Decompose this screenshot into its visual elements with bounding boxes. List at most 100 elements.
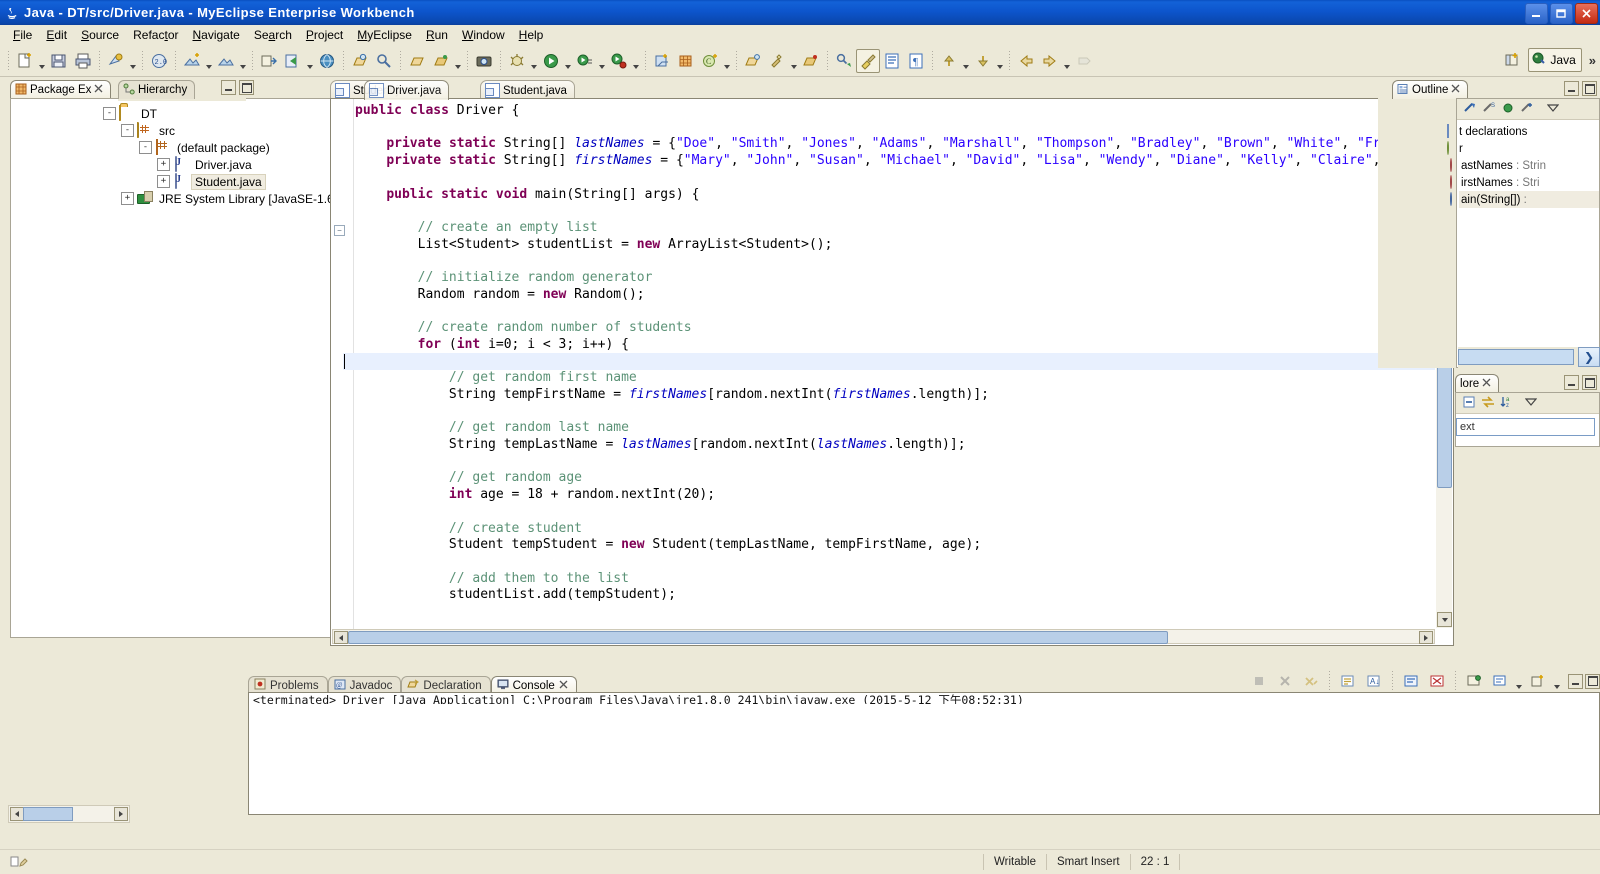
open-type-icon[interactable] (348, 49, 372, 73)
tab-package-explorer[interactable]: Package Ex (10, 80, 111, 99)
quick-fix-dropdown[interactable] (789, 47, 799, 75)
close-icon[interactable] (559, 680, 568, 692)
debug-dropdown[interactable] (529, 47, 539, 75)
toggle-mark-occurrences-icon[interactable] (856, 49, 880, 73)
clear-console-icon[interactable] (1336, 669, 1360, 693)
sort-icon[interactable] (1463, 101, 1477, 118)
display-selected-console-icon[interactable] (1462, 669, 1486, 693)
outline-item-main-string[interactable]: ain(String[]) : (1459, 191, 1599, 208)
tab-outline[interactable]: Outline (1392, 80, 1468, 99)
explore-search-input[interactable]: ext (1456, 418, 1595, 436)
database-explorer-dropdown[interactable] (238, 47, 248, 75)
minimize-icon[interactable] (221, 80, 236, 95)
toolbar-overflow-chevron[interactable]: » (1585, 53, 1600, 68)
profile-icon[interactable] (607, 49, 631, 73)
tree-item-default-package[interactable]: -(default package) (15, 139, 339, 156)
editor-tab-2-student-java[interactable]: Student.java (480, 80, 575, 100)
snapshot-camera-icon[interactable] (472, 49, 496, 73)
next-annotation-dropdown[interactable] (961, 47, 971, 75)
editor-body[interactable]: − public class Driver { private static S… (330, 98, 1454, 646)
perspective-java-button[interactable]: Java (1528, 48, 1581, 72)
console-maximize-icon[interactable] (1585, 674, 1600, 689)
outline-item-lastnames[interactable]: astNames : Strin (1459, 157, 1599, 174)
forward-navigation-dropdown[interactable] (1062, 47, 1072, 75)
print-icon[interactable] (71, 49, 95, 73)
show-pilcrow-icon[interactable]: ¶ (904, 49, 928, 73)
open-task-icon[interactable] (799, 49, 823, 73)
myeclipse-web-deploy-icon[interactable] (104, 49, 128, 73)
new-java-project-icon[interactable] (650, 49, 674, 73)
new-wizard-dropdown[interactable] (37, 47, 47, 75)
hide-fields-icon[interactable] (1501, 101, 1515, 118)
scroll-left-button[interactable] (334, 631, 348, 644)
editor-folding-ruler[interactable] (331, 99, 343, 629)
tree-item-driver-java[interactable]: +Driver.java (15, 156, 339, 173)
terminate-icon[interactable] (1247, 669, 1271, 693)
export-icon[interactable] (257, 49, 281, 73)
run-dropdown[interactable] (563, 47, 573, 75)
database-explorer-icon[interactable] (214, 49, 238, 73)
package-explorer-horizontal-scrollbar[interactable] (8, 805, 130, 823)
editor-tab-1-driver-java[interactable]: Driver.java (364, 80, 449, 100)
run-external-tools-dropdown[interactable] (597, 47, 607, 75)
report-preview-dropdown[interactable] (453, 47, 463, 75)
view-menu-icon[interactable] (1525, 396, 1537, 411)
view-menu-icon[interactable] (1547, 102, 1559, 117)
new-console-dropdown[interactable] (1552, 667, 1562, 695)
search-references-icon[interactable] (832, 49, 856, 73)
back-navigation-icon[interactable] (1014, 49, 1038, 73)
right-strip-go-button[interactable]: ❯ (1578, 347, 1600, 367)
collapse-icon[interactable]: - (121, 124, 134, 137)
minimize-icon[interactable] (1564, 375, 1579, 390)
menu-myeclipse[interactable]: MyEclipse (350, 26, 419, 44)
menu-source[interactable]: Source (74, 26, 126, 44)
right-strip-field[interactable] (1458, 349, 1574, 365)
tree-item-dt[interactable]: -DT (15, 105, 339, 122)
menu-run[interactable]: Run (419, 26, 455, 44)
scroll-right-button[interactable] (114, 807, 128, 821)
previous-annotation-icon[interactable] (971, 49, 995, 73)
maximize-icon[interactable] (239, 80, 254, 95)
report-design-icon[interactable] (405, 49, 429, 73)
minimize-icon[interactable] (1564, 81, 1579, 96)
maximize-icon[interactable] (1582, 375, 1597, 390)
scroll-down-button[interactable] (1437, 612, 1452, 627)
open-resource-icon[interactable] (741, 49, 765, 73)
console-minimize-icon[interactable] (1568, 674, 1583, 689)
expand-icon[interactable]: + (157, 158, 170, 171)
database-explorer-new-dropdown[interactable] (204, 47, 214, 75)
menu-refactor[interactable]: Refactor (126, 26, 185, 44)
menu-project[interactable]: Project (299, 26, 350, 44)
remove-all-terminated-icon[interactable] (1299, 669, 1323, 693)
hide-static-fields-icon[interactable]: S (1482, 101, 1496, 118)
outline-item-import-declarations[interactable]: t declarations (1459, 123, 1599, 140)
scroll-lock-icon[interactable]: A↓ (1362, 669, 1386, 693)
tree-item-jre-system-library-javase-1-6[interactable]: +JRE System Library [JavaSE-1.6] (15, 190, 339, 207)
new-class-icon[interactable]: C (698, 49, 722, 73)
application-server-icon[interactable]: 2.0 (147, 49, 171, 73)
fold-collapse-icon[interactable]: − (334, 225, 345, 236)
database-explorer-new-icon[interactable] (180, 49, 204, 73)
outline-item-driver[interactable]: r (1459, 140, 1599, 157)
hide-non-public-icon[interactable] (1520, 101, 1534, 118)
previous-annotation-dropdown[interactable] (995, 47, 1005, 75)
close-button[interactable] (1575, 3, 1598, 24)
link-with-editor-icon[interactable] (1481, 395, 1495, 412)
tree-item-src[interactable]: -src (15, 122, 339, 139)
globe-browser-icon[interactable] (315, 49, 339, 73)
pin-console-icon[interactable] (1425, 669, 1449, 693)
expand-icon[interactable]: + (121, 192, 134, 205)
expand-icon[interactable]: + (157, 175, 170, 188)
profile-dropdown[interactable] (631, 47, 641, 75)
search-icon[interactable] (372, 49, 396, 73)
horizontal-scroll-thumb[interactable] (23, 807, 73, 821)
new-class-dropdown[interactable] (722, 47, 732, 75)
open-console-dropdown[interactable] (1514, 667, 1524, 695)
collapse-all-icon[interactable] (1462, 395, 1476, 412)
save-icon[interactable] (47, 49, 71, 73)
run-server-dropdown[interactable] (305, 47, 315, 75)
scroll-left-button[interactable] (10, 807, 24, 821)
new-wizard-icon[interactable] (13, 49, 37, 73)
close-icon[interactable] (1451, 84, 1460, 96)
minimize-button[interactable] (1525, 3, 1548, 24)
